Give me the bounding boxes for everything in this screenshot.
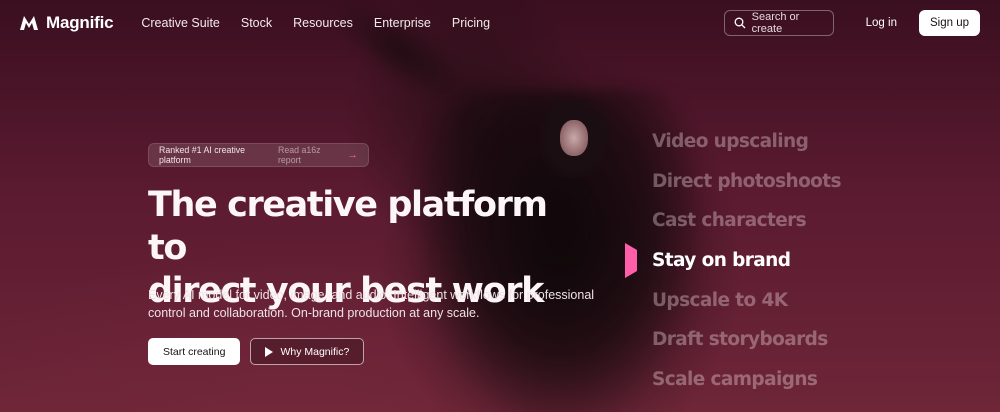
feature-item-cast-characters[interactable]: Cast characters	[625, 201, 841, 241]
nav-link-pricing[interactable]: Pricing	[452, 16, 490, 30]
feature-list: Video upscaling Direct photoshoots Cast …	[625, 122, 842, 400]
feature-item-upscale-to-4k[interactable]: Upscale to 4K	[625, 280, 841, 320]
search-placeholder: Search or create	[751, 11, 800, 35]
top-navigation: Magnific Creative Suite Stock Resources …	[0, 0, 1000, 46]
feature-label: Direct photoshoots	[652, 170, 842, 192]
play-triangle-icon	[625, 243, 637, 279]
feature-item-direct-photoshoots[interactable]: Direct photoshoots	[625, 162, 842, 202]
feature-item-draft-storyboards[interactable]: Draft storyboards	[625, 320, 841, 360]
nav-link-creative-suite[interactable]: Creative Suite	[141, 16, 220, 30]
feature-label: Cast characters	[652, 210, 807, 232]
arrow-right-icon: →	[347, 149, 358, 161]
why-magnific-button[interactable]: Why Magnific?	[250, 338, 365, 365]
feature-item-stay-on-brand[interactable]: Stay on brand	[625, 241, 841, 281]
badge-link[interactable]: Read a16z report	[278, 145, 339, 165]
why-magnific-label: Why Magnific?	[280, 345, 350, 358]
feature-label: Stay on brand	[652, 250, 791, 272]
search-input[interactable]: Search or create	[723, 10, 834, 36]
headline-line-1: The creative platform to	[148, 185, 548, 268]
search-icon	[734, 17, 746, 29]
login-link[interactable]: Log in	[852, 17, 911, 29]
nav-actions: Search or create Log in Sign up	[723, 10, 980, 36]
feature-item-video-upscaling[interactable]: Video upscaling	[625, 122, 841, 162]
nav-link-stock[interactable]: Stock	[241, 16, 272, 30]
feature-label: Scale campaigns	[652, 368, 818, 390]
magnific-logo-icon	[20, 16, 38, 30]
hero-subcopy: Every AI model for video, image, and aud…	[148, 286, 598, 322]
feature-label: Upscale to 4K	[652, 289, 788, 311]
feature-item-scale-campaigns[interactable]: Scale campaigns	[625, 360, 841, 400]
logo[interactable]: Magnific	[20, 13, 114, 33]
nav-link-enterprise[interactable]: Enterprise	[374, 16, 431, 30]
subcopy-line-2: control and collaboration. On-brand prod…	[148, 306, 480, 320]
play-icon	[265, 346, 274, 357]
nav-link-resources[interactable]: Resources	[293, 16, 353, 30]
feature-label: Draft storyboards	[652, 329, 828, 351]
start-creating-button[interactable]: Start creating	[148, 338, 241, 365]
nav-links: Creative Suite Stock Resources Enterpris…	[141, 16, 490, 30]
signup-button[interactable]: Sign up	[918, 10, 980, 36]
badge-text: Ranked #1 AI creative platform	[159, 145, 246, 165]
hero-image-face	[560, 120, 588, 156]
subcopy-line-1: Every AI model for video, image, and aud…	[148, 288, 595, 302]
ranking-badge[interactable]: Ranked #1 AI creative platform Read a16z…	[148, 143, 369, 167]
logo-text: Magnific	[46, 13, 114, 32]
cta-row: Start creating Why Magnific?	[148, 338, 365, 365]
feature-label: Video upscaling	[652, 131, 809, 153]
